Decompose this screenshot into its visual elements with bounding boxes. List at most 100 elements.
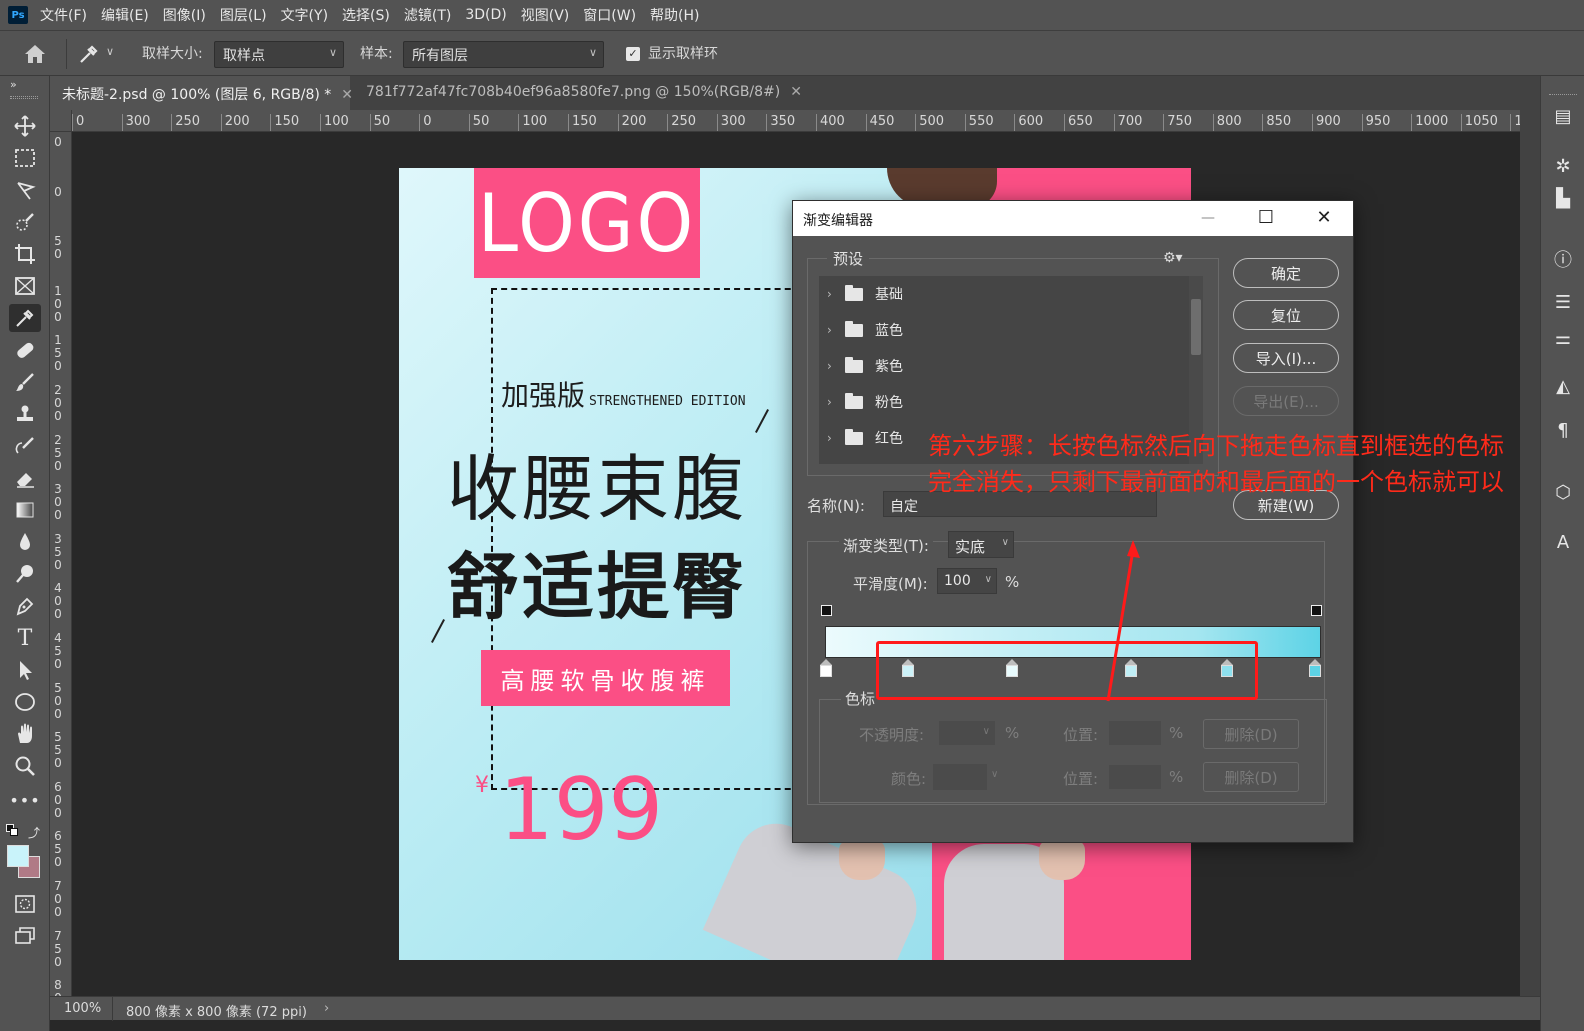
type-tool-icon[interactable]: T (9, 624, 41, 652)
histogram-panel-icon[interactable]: ▙ (1551, 188, 1575, 212)
ruler-tick-label: 1100 (1510, 114, 1520, 131)
preset-folder-purple[interactable]: › 紫色 (827, 348, 1167, 384)
zoom-level[interactable]: 100% (64, 1001, 101, 1016)
stop-color-location-input[interactable] (1109, 765, 1161, 789)
color-stop[interactable] (1309, 659, 1321, 679)
character-panel-icon[interactable]: A (1551, 532, 1575, 556)
menu-filter[interactable]: 滤镜(T) (404, 5, 451, 25)
stop-location-input[interactable] (1109, 721, 1161, 745)
eraser-tool-icon[interactable] (9, 464, 41, 492)
eyedropper-tool-preset-icon[interactable] (76, 41, 102, 67)
home-icon[interactable] (22, 42, 48, 66)
crop-tool-icon[interactable] (9, 240, 41, 268)
toolbar-grip[interactable] (10, 96, 38, 99)
opacity-stop-right[interactable] (1311, 605, 1322, 616)
delete-opacity-stop-button[interactable]: 删除(D) (1203, 719, 1299, 749)
ruler-tick-label: 0 (54, 135, 62, 149)
info-panel-icon[interactable]: ⓘ (1551, 246, 1575, 271)
close-tab-icon[interactable]: ✕ (341, 87, 353, 103)
healing-brush-tool-icon[interactable] (9, 336, 41, 364)
opacity-stop-left[interactable] (821, 605, 832, 616)
import-button[interactable]: 导入(I)... (1233, 343, 1339, 373)
close-icon[interactable]: ✕ (1311, 206, 1337, 230)
menu-3d[interactable]: 3D(D) (465, 7, 506, 23)
canvas-scrollbar[interactable] (1520, 110, 1540, 996)
presets-scrollbar-thumb[interactable] (1191, 299, 1201, 355)
export-button[interactable]: 导出(E)... (1233, 386, 1339, 416)
marquee-tool-icon[interactable] (9, 144, 41, 172)
hand-tool-icon[interactable] (9, 720, 41, 748)
dodge-tool-icon[interactable] (9, 560, 41, 588)
more-tools-icon[interactable]: ••• (9, 786, 41, 814)
menu-window[interactable]: 窗口(W) (583, 5, 636, 25)
sample-size-select[interactable]: 取样点 ∨ (214, 41, 344, 68)
menu-view[interactable]: 视图(V) (521, 5, 570, 25)
pen-tool-icon[interactable] (9, 592, 41, 620)
status-menu-arrow-icon[interactable]: › (324, 1001, 329, 1016)
menu-layer[interactable]: 图层(L) (220, 5, 267, 25)
sample-select[interactable]: 所有图层 ∨ (403, 41, 604, 68)
quick-selection-tool-icon[interactable] (9, 208, 41, 236)
ruler-tick-label: 0 (54, 184, 62, 199)
eyedropper-tool-icon[interactable] (9, 304, 41, 332)
color-stop-swatch (1309, 665, 1321, 677)
menu-image[interactable]: 图像(I) (163, 5, 206, 25)
path-selection-tool-icon[interactable] (9, 656, 41, 684)
sample-label: 样本: (360, 46, 393, 62)
default-colors-icon[interactable] (6, 824, 18, 836)
maximize-icon[interactable]: ☐ (1253, 206, 1279, 230)
stop-opacity-unit: % (1005, 724, 1020, 742)
chevron-down-icon[interactable]: ∨ (991, 769, 998, 780)
lasso-tool-icon[interactable] (9, 176, 41, 204)
edition-en: STRENGTHENED EDITION (589, 394, 746, 409)
foreground-color-swatch[interactable] (7, 845, 29, 867)
brush-tool-icon[interactable] (9, 368, 41, 396)
frame-tool-icon[interactable] (9, 272, 41, 300)
show-sampling-ring-checkbox[interactable]: ✓ (626, 47, 640, 61)
ellipse-tool-icon[interactable] (9, 688, 41, 716)
expand-panel-icon[interactable]: » (10, 78, 17, 91)
document-tab[interactable]: 781f772af47fc708b40ef96a8580fe7.png @ 15… (354, 76, 802, 110)
history-panel-icon[interactable]: ▤ (1551, 106, 1575, 130)
color-stop[interactable] (820, 659, 832, 679)
tagline-banner: 高腰软骨收腹裤 (481, 650, 730, 706)
preset-folder-pink[interactable]: › 粉色 (827, 384, 1167, 420)
gear-icon[interactable]: ⚙▾ (1163, 250, 1183, 266)
ruler-origin[interactable] (50, 110, 72, 132)
document-tab-active[interactable]: 未标题-2.psd @ 100% (图层 6, RGB/8) * ✕ (50, 76, 353, 110)
navigator-panel-icon[interactable]: ✲ (1551, 156, 1575, 180)
blur-tool-icon[interactable] (9, 528, 41, 556)
chevron-down-icon[interactable]: ∨ (985, 574, 992, 585)
ok-button[interactable]: 确定 (1233, 258, 1339, 288)
minimize-icon[interactable]: — (1195, 206, 1221, 230)
edition-cn: 加强版 (501, 379, 586, 412)
stop-color-swatch[interactable] (933, 764, 987, 790)
stop-opacity-input[interactable]: ∨ (939, 721, 995, 745)
close-tab-icon[interactable]: ✕ (790, 84, 802, 100)
menu-file[interactable]: 文件(F) (40, 5, 87, 25)
menu-edit[interactable]: 编辑(E) (101, 5, 149, 25)
swap-colors-icon[interactable]: ⤴ (28, 824, 40, 841)
status-bar: 100% 800 像素 x 800 像素 (72 ppi) › (50, 996, 1540, 1021)
preset-folder-blue[interactable]: › 蓝色 (827, 312, 1167, 348)
clone-stamp-tool-icon[interactable] (9, 400, 41, 428)
delete-color-stop-button[interactable]: 删除(D) (1203, 762, 1299, 792)
screen-mode-icon[interactable] (9, 922, 41, 950)
smoothness-input[interactable]: 100 ∨ (937, 568, 997, 594)
menu-help[interactable]: 帮助(H) (650, 5, 699, 25)
zoom-tool-icon[interactable] (9, 752, 41, 780)
gradient-type-select[interactable]: 实底 ∨ (948, 531, 1014, 558)
menu-type[interactable]: 文字(Y) (281, 5, 328, 25)
menu-select[interactable]: 选择(S) (342, 5, 390, 25)
gradient-tool-icon[interactable] (9, 496, 41, 524)
dialog-titlebar[interactable]: 渐变编辑器 — ☐ ✕ (793, 201, 1353, 236)
quick-mask-icon[interactable] (9, 890, 41, 918)
reset-button[interactable]: 复位 (1233, 300, 1339, 330)
styles-panel-icon[interactable]: ◭ (1551, 376, 1575, 400)
properties-panel-icon[interactable]: ☰ (1551, 292, 1575, 316)
chevron-down-icon[interactable]: ∨ (106, 45, 114, 58)
preset-folder-basic[interactable]: › 基础 (827, 276, 1167, 312)
adjustments-panel-icon[interactable]: ⚌ (1551, 328, 1575, 352)
history-brush-tool-icon[interactable] (9, 432, 41, 460)
move-tool-icon[interactable] (9, 112, 41, 140)
